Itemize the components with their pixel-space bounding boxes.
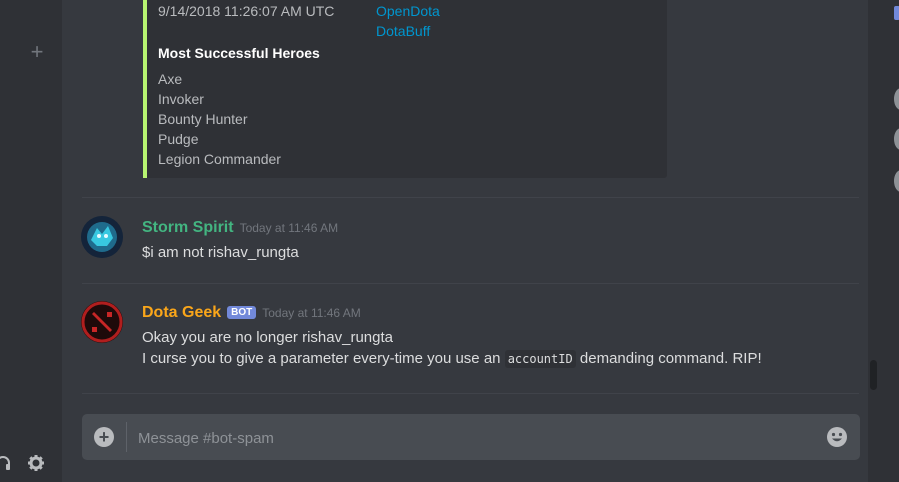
member-avatar[interactable] xyxy=(894,170,899,192)
list-item: Pudge xyxy=(158,131,199,147)
list-item: Legion Commander xyxy=(158,151,281,167)
plus-icon[interactable]: + xyxy=(28,40,46,64)
opendota-link[interactable]: OpenDota xyxy=(376,3,440,19)
message-author[interactable]: Dota Geek BOT Today at 11:46 AM xyxy=(142,304,361,322)
gear-icon[interactable] xyxy=(27,454,45,472)
embed-timestamp: 9/14/2018 11:26:07 AM UTC xyxy=(158,3,335,19)
list-item: Bounty Hunter xyxy=(158,111,248,127)
dotabuff-link[interactable]: DotaBuff xyxy=(376,23,430,39)
message-author[interactable]: Storm Spirit Today at 11:46 AM xyxy=(142,219,338,237)
scrollbar-thumb[interactable] xyxy=(870,360,877,390)
message-timestamp: Today at 11:46 AM xyxy=(239,221,339,235)
member-avatar[interactable] xyxy=(894,88,899,110)
server-sidebar: + xyxy=(0,0,62,482)
emoji-icon[interactable] xyxy=(826,426,848,448)
list-item: Invoker xyxy=(158,91,204,107)
member-icon[interactable] xyxy=(894,6,899,20)
dota-logo-icon xyxy=(81,301,123,343)
storm-spirit-avatar-icon xyxy=(81,216,123,258)
message-timestamp: Today at 11:46 AM xyxy=(262,306,361,320)
chat-area: 9/14/2018 11:26:07 AM UTC OpenDota DotaB… xyxy=(62,0,880,482)
member-list-panel xyxy=(880,0,899,482)
message-divider xyxy=(82,283,859,284)
author-name[interactable]: Storm Spirit xyxy=(142,219,234,236)
message-text-line: I curse you to give a parameter every-ti… xyxy=(142,348,762,370)
plus-circle-icon[interactable]: + xyxy=(94,427,114,447)
message-text: Okay you are no longer rishav_rungta xyxy=(142,329,393,346)
avatar[interactable] xyxy=(81,301,123,343)
message-text-part: demanding command. RIP! xyxy=(579,350,762,367)
author-name[interactable]: Dota Geek xyxy=(142,304,221,321)
list-item: Axe xyxy=(158,71,183,87)
bot-badge: BOT xyxy=(227,306,257,319)
member-avatar[interactable] xyxy=(894,128,899,150)
message-text-part: I curse you to give a parameter every-ti… xyxy=(142,350,501,367)
message-divider xyxy=(82,197,859,198)
message-divider xyxy=(82,393,859,394)
composer-divider xyxy=(126,422,127,452)
rich-embed: 9/14/2018 11:26:07 AM UTC OpenDota DotaB… xyxy=(143,0,667,178)
inline-code: accountID xyxy=(504,350,576,368)
headphones-icon[interactable] xyxy=(0,454,12,472)
avatar[interactable] xyxy=(81,216,123,258)
message-composer: + xyxy=(82,414,860,460)
message-input[interactable] xyxy=(136,425,800,451)
scrollbar[interactable] xyxy=(868,0,880,482)
hero-list: Axe Invoker Bounty Hunter Pudge Legion C… xyxy=(158,69,281,169)
message-text: $i am not rishav_rungta xyxy=(142,244,299,261)
embed-section-title: Most Successful Heroes xyxy=(158,45,320,61)
